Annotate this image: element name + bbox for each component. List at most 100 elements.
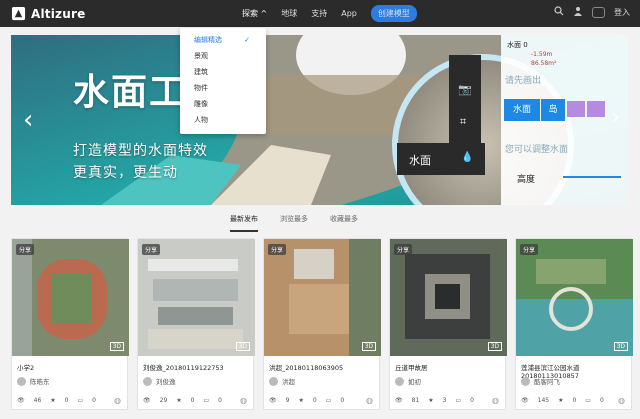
nav-earth[interactable]: 地球 [281,8,297,19]
star-icon[interactable]: ★ [176,397,181,404]
avatar [395,376,404,386]
panel-island-button[interactable]: 岛 [541,99,565,121]
comment-icon: ▭ [325,397,332,404]
model-card[interactable]: 分享 3D 洪超_20180118063905 洪超 👁 9 ★ 0 ▭ 0 ◍ [263,238,381,410]
card-title[interactable]: 丘道甲故居 [395,362,428,372]
camera-icon: 📷 [458,83,472,96]
brand-name: Altizure [31,6,86,21]
share-tag: 分享 [16,244,35,255]
views-icon: 👁 [269,397,277,404]
star-icon[interactable]: ★ [298,397,303,404]
model-thumbnail[interactable]: 分享 3D [138,239,255,356]
card-title[interactable]: 小学2 [17,362,34,372]
popup-water-label: 水面 [409,154,431,167]
card-author[interactable]: 酷客阿飞 [521,376,560,386]
panel-water-button[interactable]: 水面 [504,99,540,121]
brand-logo[interactable]: Altizure [11,6,85,21]
dropdown-item-statue[interactable]: 雕像 [180,96,266,112]
share-tag: 分享 [142,244,161,255]
panel-height-label: 高度 [517,175,536,185]
card-author[interactable]: 陈皓东 [17,376,50,386]
nav-app[interactable]: App [341,9,357,18]
dropdown-item-object[interactable]: 物件 [180,80,266,96]
star-icon[interactable]: ★ [558,397,563,404]
card-stats: 👁 29 ★ 0 ▭ 0 [143,397,222,404]
stadium-thumbnail-image [12,239,129,356]
panel-title: 水面 0 [507,41,528,49]
dropdown-item-building[interactable]: 建筑 [180,64,266,80]
comment-icon: ▭ [455,397,462,404]
crop-icon: ⌗ [460,115,467,128]
3d-icon: 3D [235,342,250,351]
model-thumbnail[interactable]: 分享 3D [264,239,381,356]
model-card[interactable]: 分享 3D 丘道甲故居 如初 👁 81 ★ 3 ▭ 0 ◍ [389,238,507,410]
model-card[interactable]: 分享 3D 小学2 陈皓东 👁 46 ★ 0 ▭ 0 ◍ [11,238,129,410]
altizure-logo-icon [11,6,26,21]
star-icon[interactable]: ★ [50,397,55,404]
model-card[interactable]: 分享 3D 刘俊逸_20180119122753 刘俊逸 👁 29 ★ 0 ▭ 0 ◍ [137,238,255,410]
card-stats: 👁 81 ★ 3 ▭ 0 [395,397,474,404]
model-card[interactable]: 分享 3D 莲浦县滨江公园水道20180113010857 酷客阿飞 👁 145 … [515,238,633,410]
carousel-prev-icon[interactable]: ‹ [23,105,33,135]
main-nav: 探索 ^ 地球 支持 App 创建模型 [242,0,417,27]
card-author[interactable]: 如初 [395,376,421,386]
panel-area: 86.58m² [531,60,557,67]
views-icon: 👁 [17,397,25,404]
3d-icon: 3D [109,342,124,351]
top-navbar: Altizure 探索 ^ 地球 支持 App 创建模型 登入 [0,0,640,27]
avatar [143,376,152,386]
nav-explore[interactable]: 探索 ^ [242,8,267,19]
card-stats: 👁 145 ★ 0 ▭ 0 [521,397,604,404]
share-tag: 分享 [520,244,539,255]
nav-support[interactable]: 支持 [311,8,327,19]
dropdown-item-featured[interactable]: 编辑精选 ✓ [180,32,266,48]
hero-banner: ‹ 水面工 打造模型的水面特效 更真实，更生动 📷 ⌗ 水面 💧 水面 0 -1… [11,35,628,205]
comment-icon: ▭ [77,397,84,404]
card-author[interactable]: 刘俊逸 [143,376,176,386]
globe-icon[interactable]: ◍ [114,396,121,405]
card-title[interactable]: 刘俊逸_20180119122753 [143,362,224,372]
tab-most-viewed[interactable]: 浏览最多 [280,214,308,232]
login-link[interactable]: 登入 [614,7,630,18]
mail-icon[interactable] [592,7,605,18]
model-thumbnail[interactable]: 分享 3D [12,239,129,356]
star-icon[interactable]: ★ [428,397,433,404]
globe-icon[interactable]: ◍ [618,396,625,405]
dropdown-item-landscape[interactable]: 景观 [180,48,266,64]
panel-option-2[interactable] [587,101,605,117]
panel-depth: -1.59m [531,51,553,58]
park-thumbnail-image [516,239,633,356]
create-model-button[interactable]: 创建模型 [370,5,417,22]
model-card-list: 分享 3D 小学2 陈皓东 👁 46 ★ 0 ▭ 0 ◍ 分享 3D 刘俊逸_2018… [11,238,633,410]
card-author[interactable]: 洪超 [269,376,295,386]
hero-subtitle-2: 更真实，更生动 [73,165,178,181]
card-stats: 👁 46 ★ 0 ▭ 0 [17,397,96,404]
carousel-next-icon[interactable]: › [611,105,620,130]
model-thumbnail[interactable]: 分享 3D [516,239,633,356]
views-icon: 👁 [395,397,403,404]
globe-icon[interactable]: ◍ [492,396,499,405]
top-right-actions: 登入 [554,6,630,19]
globe-icon[interactable]: ◍ [366,396,373,405]
model-thumbnail[interactable]: 分享 3D [390,239,507,356]
hero-title: 水面工 [73,72,188,113]
panel-option-1[interactable] [567,101,585,117]
card-title[interactable]: 洪超_20180118063905 [269,362,343,372]
dropdown-item-people[interactable]: 人物 [180,112,266,128]
comment-icon: ▭ [585,397,591,404]
explore-dropdown: 编辑精选 ✓ 景观 建筑 物件 雕像 人物 [180,28,266,134]
3d-icon: 3D [487,342,502,351]
share-tag: 分享 [394,244,413,255]
water-settings-panel: 水面 0 -1.59m 86.58m² 请先画出 水面 岛 您可以调整水面 高度 [501,35,628,205]
tab-latest[interactable]: 最新发布 [230,214,258,232]
avatar [269,376,278,386]
check-icon: ✓ [244,36,250,44]
search-icon[interactable] [554,6,564,19]
tab-most-favorited[interactable]: 收藏最多 [330,214,358,232]
views-icon: 👁 [521,397,529,404]
comment-icon: ▭ [203,397,210,404]
globe-icon[interactable]: ◍ [240,396,247,405]
panel-tip: 您可以调整水面 [505,145,569,155]
panel-height-slider[interactable] [563,176,621,178]
user-icon[interactable] [573,6,583,19]
